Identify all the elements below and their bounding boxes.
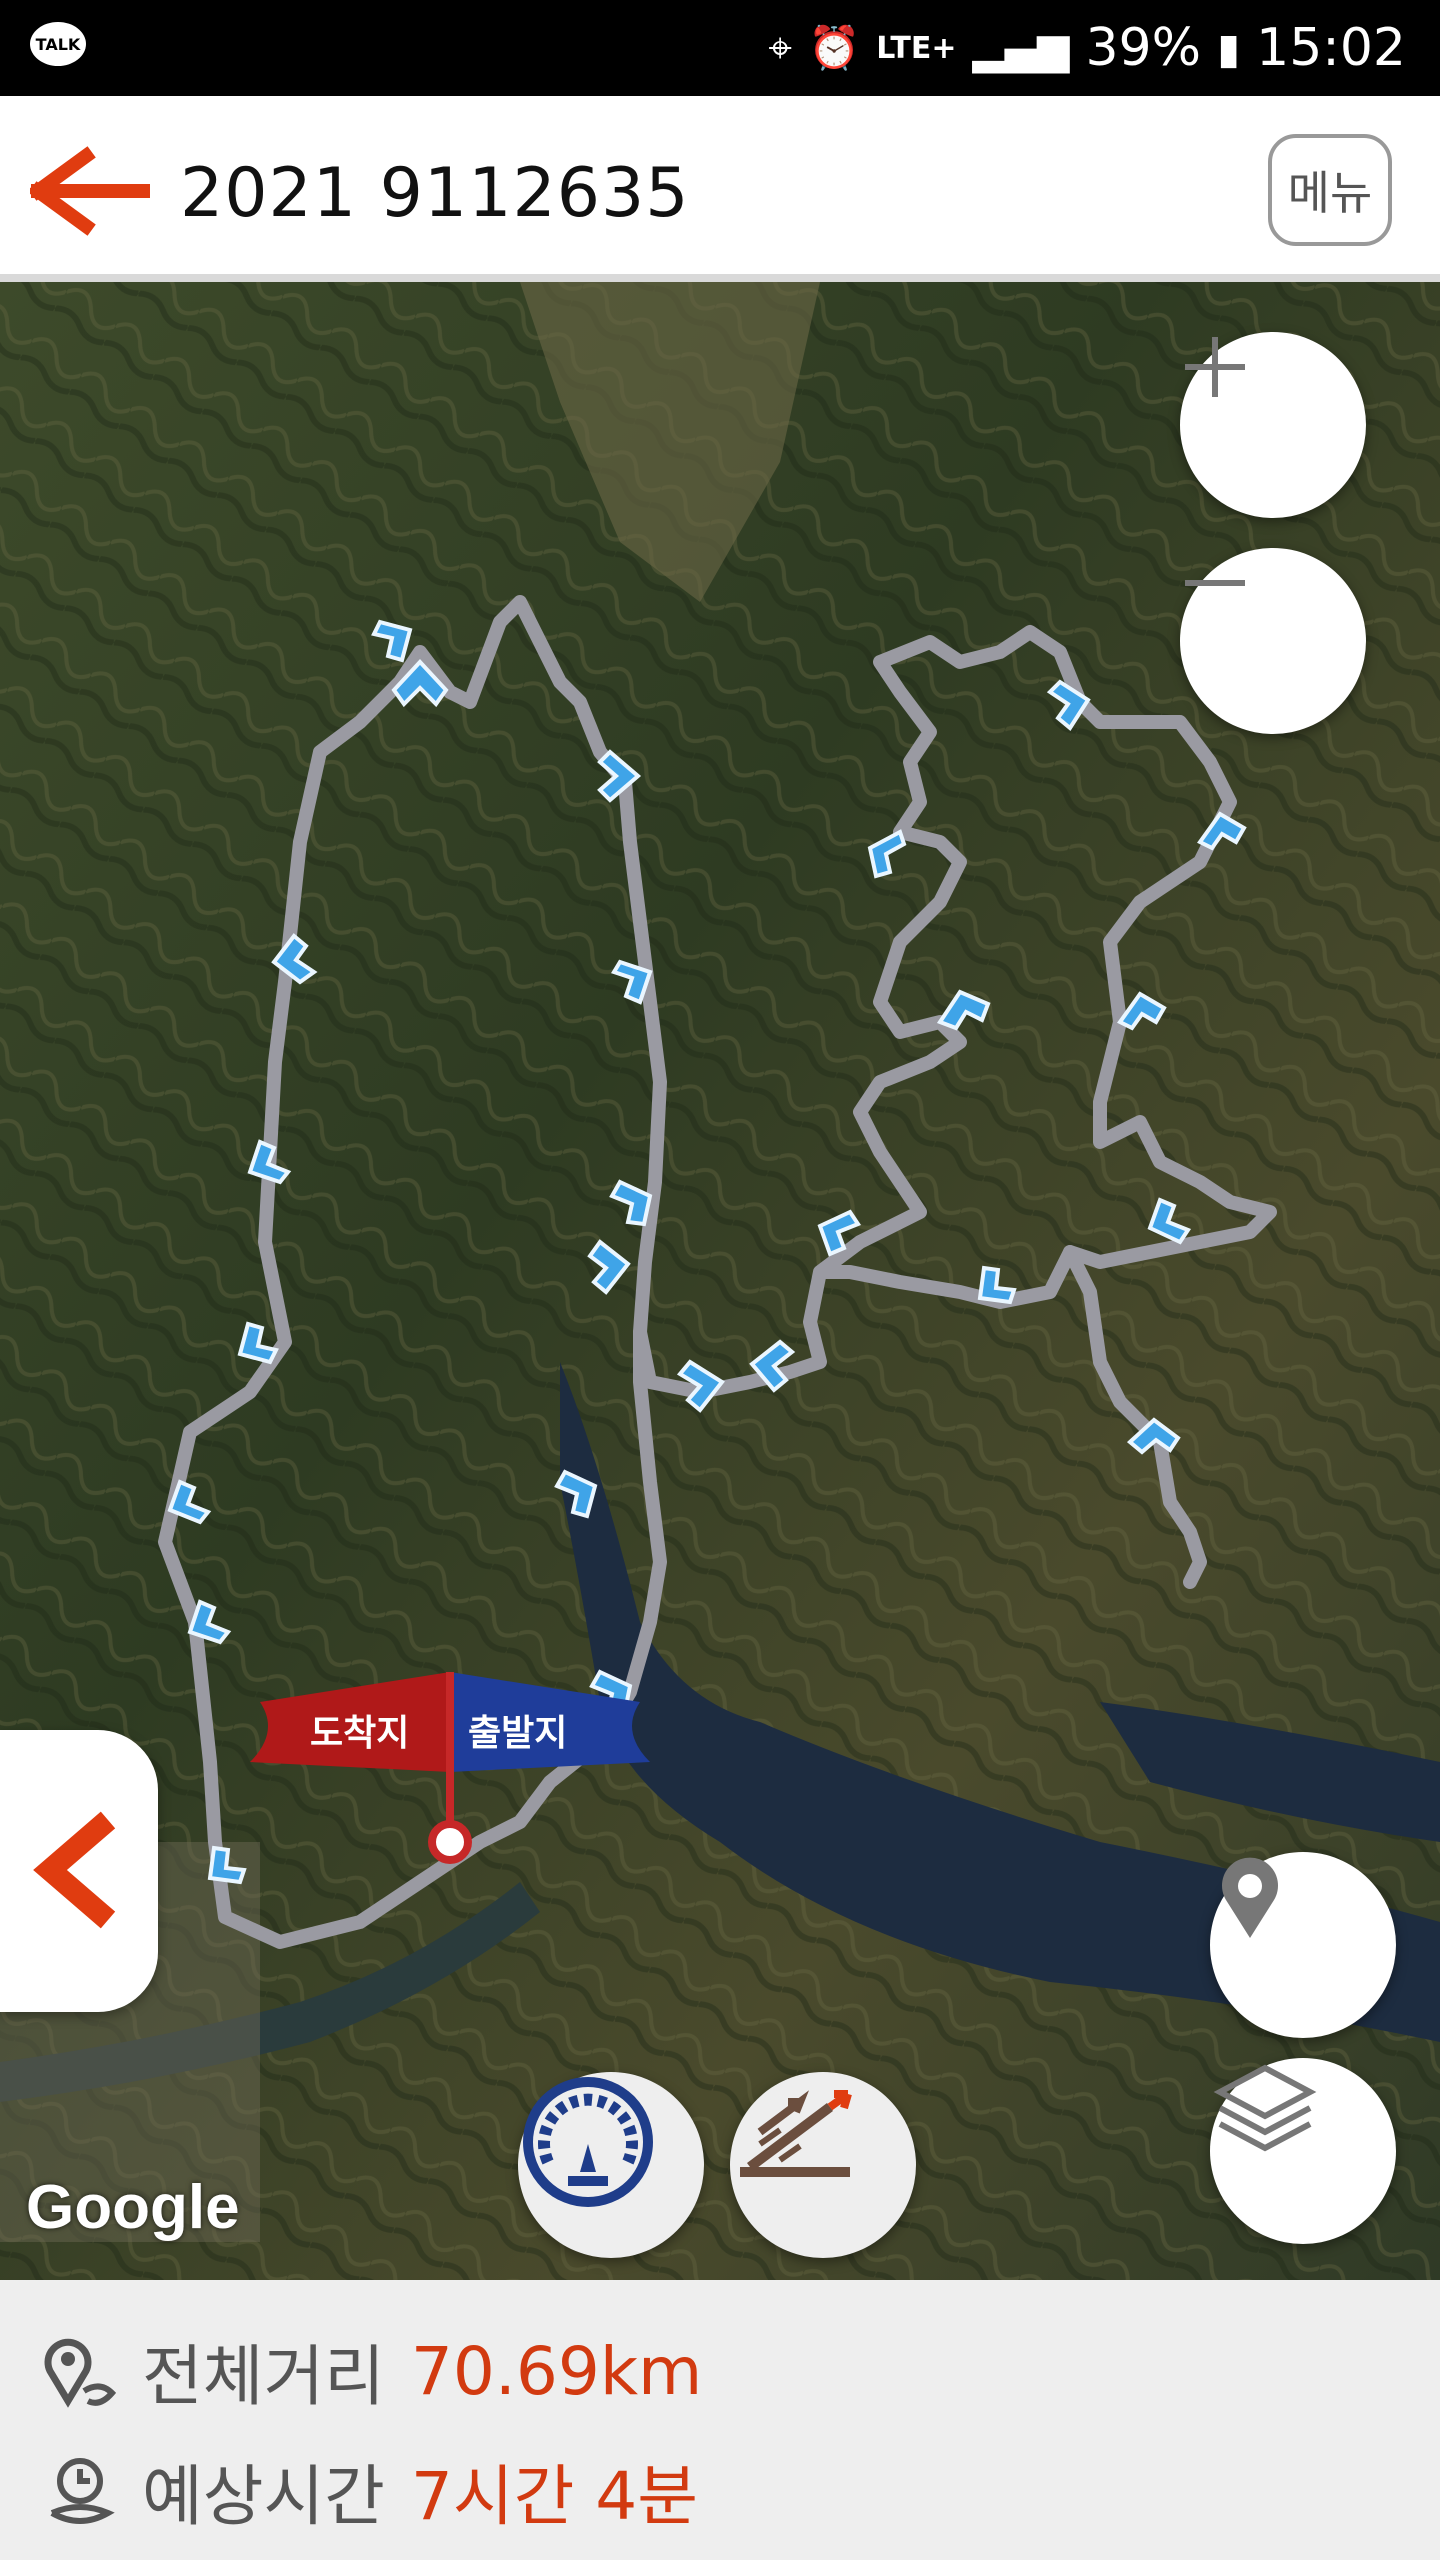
- plus-icon: [1185, 337, 1245, 397]
- chevron-left-icon: [33, 1811, 116, 1929]
- status-icons: ⌖ ⏰ LTE+ ▂▄▆ 39% ▮ 15:02: [768, 10, 1406, 86]
- zoom-out-button[interactable]: [1180, 548, 1366, 734]
- time-value: 7시간 4분: [410, 2458, 699, 2535]
- route-summary-panel: 전체거리 70.69km 예상시간 7시간 4분: [0, 2280, 1440, 2560]
- distance-row: 전체거리 70.69km: [40, 2316, 702, 2426]
- end-label: 도착지: [310, 1713, 410, 1754]
- battery-icon: ▮: [1217, 23, 1241, 73]
- app-bar: 2021 9112635 메뉴: [0, 96, 1440, 282]
- distance-label: 전체거리: [142, 2338, 385, 2415]
- back-button[interactable]: [28, 146, 151, 236]
- alarm-icon: ⏰: [807, 23, 861, 72]
- arrow-left-icon: [28, 146, 151, 236]
- network-type: LTE+: [876, 30, 957, 66]
- kakaotalk-icon: TALK: [30, 22, 86, 66]
- time-label: 예상시간: [142, 2458, 385, 2535]
- status-bar: TALK ⌖ ⏰ LTE+ ▂▄▆ 39% ▮ 15:02: [0, 0, 1440, 96]
- clock: 15:02: [1256, 18, 1406, 78]
- layers-icon: [1213, 2064, 1317, 2152]
- speedometer-icon: [523, 2077, 653, 2207]
- google-logo: Google: [26, 2173, 240, 2242]
- signal-icon: ▂▄▆: [972, 23, 1070, 73]
- location-icon: ⌖: [768, 23, 792, 72]
- my-location-button[interactable]: [1210, 1852, 1396, 2038]
- map-view[interactable]: 도착지 출발지 Google: [0, 282, 1440, 2280]
- start-label: 출발지: [468, 1713, 568, 1754]
- side-panel-toggle[interactable]: [0, 1730, 158, 2012]
- speedometer-button[interactable]: [518, 2072, 704, 2258]
- layers-button[interactable]: [1210, 2058, 1396, 2244]
- menu-button[interactable]: 메뉴: [1268, 134, 1392, 246]
- page-title: 2021 9112635: [180, 154, 690, 233]
- battery-percent: 39%: [1085, 18, 1202, 78]
- distance-value: 70.69km: [410, 2332, 703, 2410]
- time-row: 예상시간 7시간 4분: [40, 2436, 698, 2546]
- elevation-button[interactable]: [730, 2072, 916, 2258]
- location-pin-icon: [1222, 1857, 1278, 1938]
- zoom-in-button[interactable]: [1180, 332, 1366, 518]
- route-distance-icon: [44, 2338, 117, 2408]
- clock-route-icon: [50, 2458, 115, 2524]
- minus-icon: [1185, 580, 1245, 586]
- slope-icon: [740, 2090, 852, 2177]
